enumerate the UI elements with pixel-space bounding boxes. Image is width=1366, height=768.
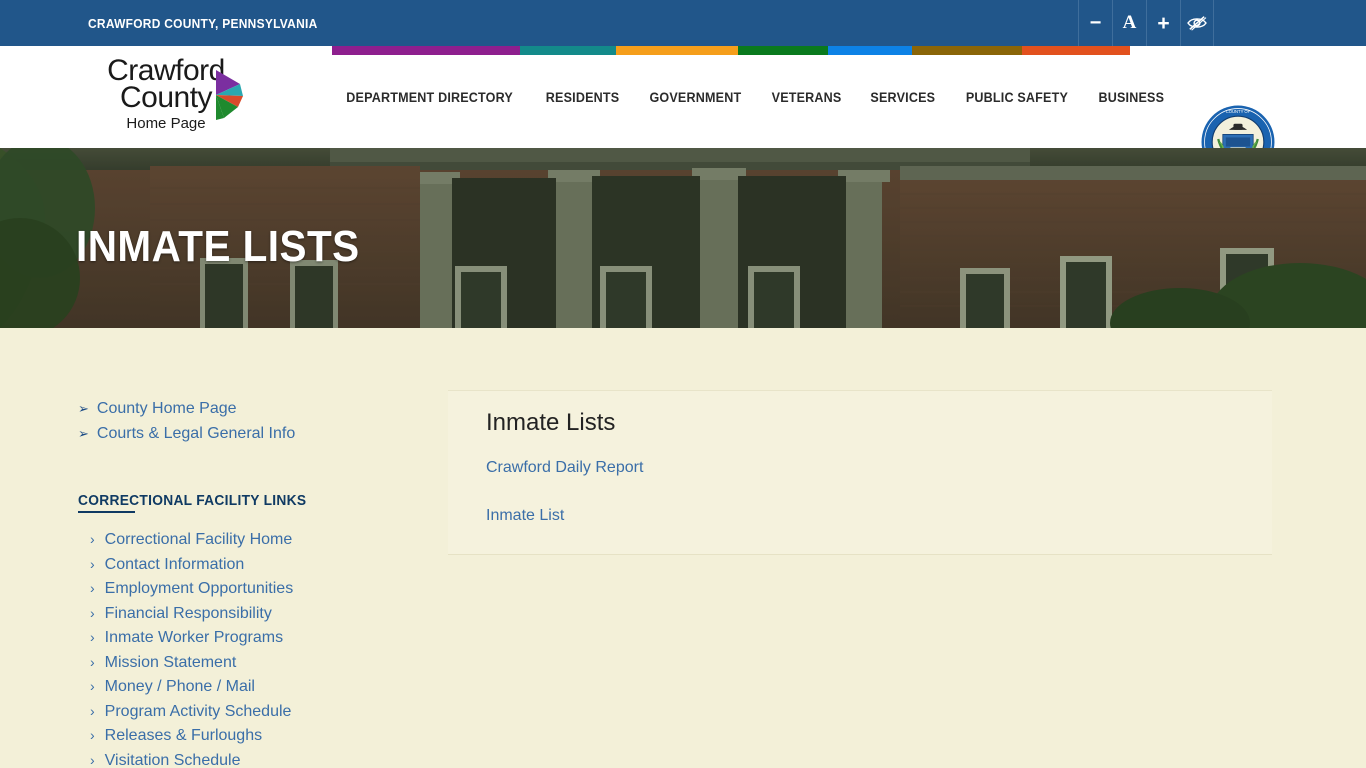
chevron-right-icon: › xyxy=(90,653,95,670)
sidebar-item-program-activity-schedule[interactable]: › Program Activity Schedule xyxy=(78,703,408,721)
eye-slash-icon xyxy=(1187,16,1207,31)
page-hero: INMATE LISTS xyxy=(0,148,1366,328)
sidebar-item-label[interactable]: Inmate Worker Programs xyxy=(105,629,283,647)
chevron-right-icon: › xyxy=(90,629,95,645)
letter-a-icon: A xyxy=(1122,12,1137,33)
sidebar-link-county-home-page-label[interactable]: County Home Page xyxy=(97,400,237,418)
nav-public-safety[interactable]: PUBLIC SAFETY xyxy=(966,90,1068,105)
plus-icon: + xyxy=(1157,11,1170,35)
sidebar-item-label[interactable]: Employment Opportunities xyxy=(105,580,294,598)
chevron-right-icon: › xyxy=(90,727,95,743)
content-title: Inmate Lists xyxy=(486,409,616,436)
content-card-inner: Inmate Lists Crawford Daily Report Inmat… xyxy=(448,391,1272,573)
chevron-right-icon: › xyxy=(90,604,95,621)
chevron-right-icon: › xyxy=(90,555,95,572)
sidebar-item-label[interactable]: Releases & Furloughs xyxy=(105,727,262,745)
accessibility-toolbar: − A + xyxy=(1078,0,1274,46)
sidebar-item-contact-information[interactable]: › Contact Information xyxy=(78,556,408,574)
sidebar-link-list: › Correctional Facility Home › Contact I… xyxy=(78,531,408,768)
chevron-right-icon: › xyxy=(90,678,95,694)
content-link-inmate-list[interactable]: Inmate List xyxy=(486,507,1234,525)
nav-department-directory[interactable]: DEPARTMENT DIRECTORY xyxy=(346,90,513,105)
sidebar-link-courts-legal-general-info-label[interactable]: Courts & Legal General Info xyxy=(97,425,295,443)
main-navigation: DEPARTMENT DIRECTORY RESIDENTS GOVERNMEN… xyxy=(340,46,1166,148)
chevron-right-icon: › xyxy=(90,580,95,596)
chevron-right-icon: › xyxy=(90,531,95,547)
sidebar-item-visitation-schedule[interactable]: › Visitation Schedule xyxy=(78,752,408,768)
sidebar-item-financial-responsibility[interactable]: › Financial Responsibility xyxy=(78,605,408,623)
top-utility-bar: CRAWFORD COUNTY, PENNSYLVANIA − A + xyxy=(0,0,1366,46)
content-card: Inmate Lists Crawford Daily Report Inmat… xyxy=(448,390,1272,555)
site-header: Crawford County Home Page DEPARTMENT DIR… xyxy=(0,46,1366,179)
sidebar-link-county-home-page[interactable]: ➢ County Home Page xyxy=(78,400,408,418)
logo-pie-icon xyxy=(216,70,243,120)
diagonal-arrow-icon: ➢ xyxy=(78,401,89,416)
chevron-right-icon: › xyxy=(90,751,95,768)
sidebar-item-employment-opportunities[interactable]: › Employment Opportunities xyxy=(78,580,408,598)
chevron-right-icon: › xyxy=(90,702,95,719)
sidebar-item-money-phone-mail[interactable]: › Money / Phone / Mail xyxy=(78,678,408,696)
sidebar-item-label[interactable]: Financial Responsibility xyxy=(105,605,272,623)
nav-business[interactable]: BUSINESS xyxy=(1098,90,1164,105)
sidebar-link-courts-legal-general-info[interactable]: ➢ Courts & Legal General Info xyxy=(78,425,408,443)
increase-font-size-button[interactable]: + xyxy=(1146,0,1180,46)
page-title: INMATE LISTS xyxy=(76,222,360,271)
accessibility-toggle-button[interactable] xyxy=(1180,0,1214,46)
content-link-crawford-daily-report[interactable]: Crawford Daily Report xyxy=(486,459,1234,477)
font-size-button[interactable]: A xyxy=(1112,0,1146,46)
diagonal-arrow-icon: ➢ xyxy=(78,426,89,441)
nav-veterans[interactable]: VETERANS xyxy=(772,90,842,105)
sidebar-item-label[interactable]: Correctional Facility Home xyxy=(105,531,293,549)
sidebar-quicklinks: ➢ County Home Page ➢ Courts & Legal Gene… xyxy=(78,400,408,443)
nav-services[interactable]: SERVICES xyxy=(871,90,936,105)
sidebar-item-correctional-facility-home[interactable]: › Correctional Facility Home xyxy=(78,531,408,549)
minus-icon: − xyxy=(1089,12,1102,34)
sidebar-item-label[interactable]: Mission Statement xyxy=(105,654,237,672)
sidebar-heading: CORRECTIONAL FACILITY LINKS xyxy=(78,493,306,513)
site-title: CRAWFORD COUNTY, PENNSYLVANIA xyxy=(88,15,318,31)
sidebar-item-inmate-worker-programs[interactable]: › Inmate Worker Programs xyxy=(78,629,408,647)
sidebar-item-mission-statement[interactable]: › Mission Statement xyxy=(78,654,408,672)
sidebar-item-label[interactable]: Contact Information xyxy=(105,556,245,574)
sidebar-item-label[interactable]: Program Activity Schedule xyxy=(105,703,292,721)
sidebar-item-label[interactable]: Visitation Schedule xyxy=(105,752,241,768)
nav-residents[interactable]: RESIDENTS xyxy=(546,90,620,105)
sidebar-item-label[interactable]: Money / Phone / Mail xyxy=(105,678,255,696)
sidebar-item-releases-furloughs[interactable]: › Releases & Furloughs xyxy=(78,727,408,745)
nav-government[interactable]: GOVERNMENT xyxy=(650,90,742,105)
seal-outer-text: COUNTY OF xyxy=(1226,109,1251,114)
sidebar: ➢ County Home Page ➢ Courts & Legal Gene… xyxy=(78,400,408,768)
site-logo[interactable]: Crawford County Home Page xyxy=(96,56,264,138)
decrease-font-size-button[interactable]: − xyxy=(1078,0,1112,46)
